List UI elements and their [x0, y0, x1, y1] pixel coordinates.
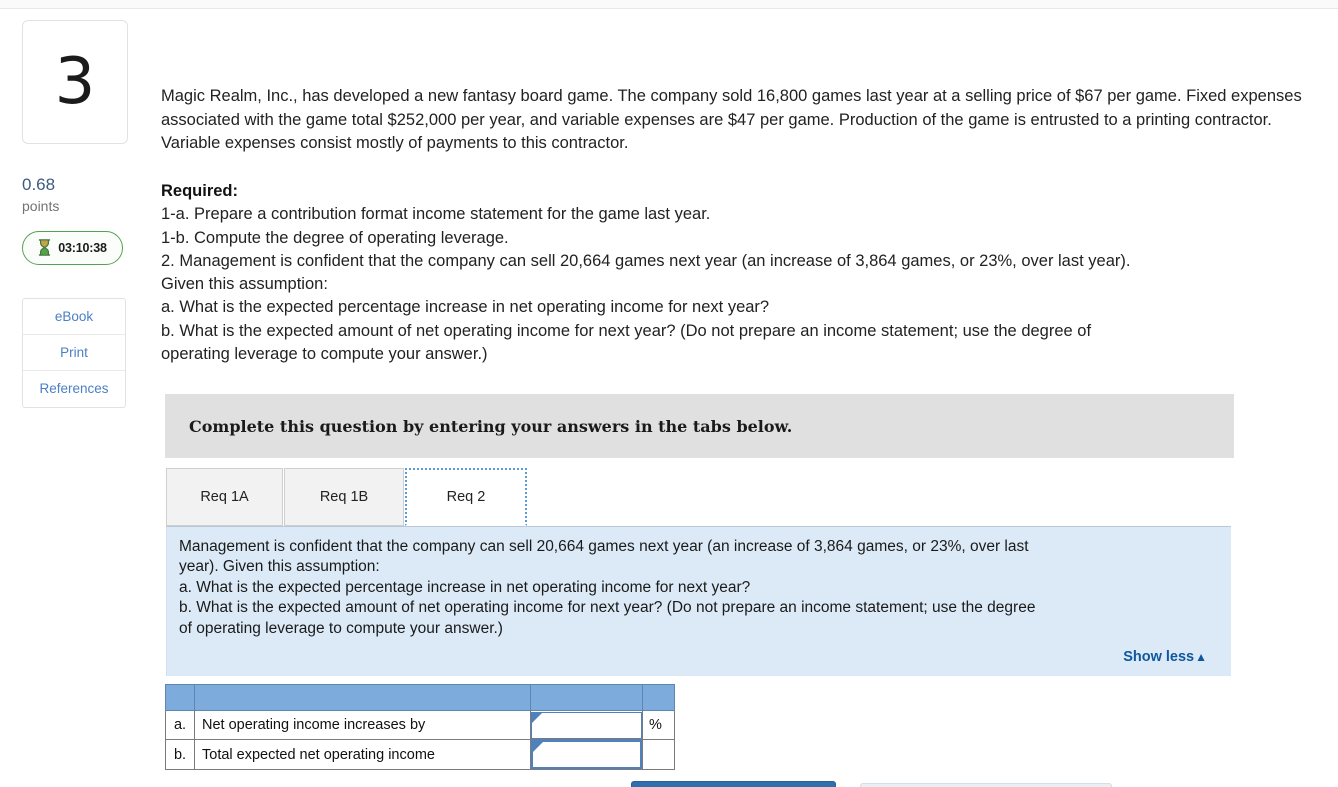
- exam-question-page: 3 0.68 points 03:10:38 eBook Print Refer…: [0, 0, 1338, 787]
- question-tools: eBook Print References: [22, 297, 126, 408]
- row-b-unit: [642, 739, 675, 770]
- row-a-input[interactable]: [531, 711, 642, 739]
- header-cell-unit: [642, 684, 675, 711]
- required-line-1b: 1-b. Compute the degree of operating lev…: [161, 228, 509, 247]
- row-a-label: Net operating income increases by: [194, 710, 531, 740]
- info-line-1: Management is confident that the company…: [179, 538, 1029, 555]
- required-line-1a: 1-a. Prepare a contribution format incom…: [161, 205, 711, 224]
- required-line-2: 2. Management is confident that the comp…: [161, 251, 1131, 270]
- cell-marker-icon: [532, 712, 542, 723]
- cell-marker-icon: [533, 742, 543, 752]
- question-number-card: 3: [22, 20, 128, 144]
- header-cell-value: [530, 684, 643, 711]
- next-button[interactable]: [860, 783, 1112, 787]
- requirement-info-panel: Management is confident that the company…: [166, 527, 1231, 676]
- required-line-assumption: Given this assumption:: [161, 275, 328, 294]
- points-label: points: [22, 197, 60, 214]
- required-line-b-cont: operating leverage to compute your answe…: [161, 345, 488, 364]
- tab-req-2[interactable]: Req 2: [405, 468, 527, 526]
- row-b-index: b.: [165, 739, 195, 770]
- references-button[interactable]: References: [23, 371, 125, 407]
- row-a-value-cell[interactable]: [530, 710, 643, 740]
- header-cell-label: [194, 684, 531, 711]
- points-value: 0.68: [22, 175, 56, 194]
- info-line-5: of operating leverage to compute your an…: [179, 619, 503, 637]
- required-line-b: b. What is the expected amount of net op…: [161, 321, 1092, 340]
- show-less-toggle[interactable]: Show less ▲: [1123, 649, 1207, 665]
- info-line-4: b. What is the expected amount of net op…: [179, 599, 1036, 617]
- answer-table: a. Net operating income increases by % b…: [165, 684, 675, 770]
- table-row: a. Net operating income increases by %: [165, 710, 675, 740]
- question-number: 3: [54, 45, 96, 119]
- prompt-line-1: Magic Realm, Inc., has developed a new f…: [161, 87, 1132, 105]
- required-heading: Required:: [161, 182, 239, 200]
- row-b-input[interactable]: [531, 740, 642, 769]
- print-button[interactable]: Print: [23, 335, 125, 371]
- row-b-label: Total expected net operating income: [194, 739, 531, 770]
- hourglass-icon: [38, 239, 51, 256]
- timer-pill[interactable]: 03:10:38: [22, 230, 123, 265]
- ebook-button[interactable]: eBook: [23, 299, 125, 335]
- required-line-a: a. What is the expected percentage incre…: [161, 298, 770, 317]
- timer-value: 03:10:38: [58, 240, 107, 255]
- answer-table-header-row: [165, 684, 675, 711]
- info-line-3: a. What is the expected percentage incre…: [179, 578, 751, 596]
- question-sidebar: 3 0.68 points 03:10:38 eBook Print Refer…: [22, 20, 128, 408]
- previous-button[interactable]: [631, 781, 836, 787]
- row-b-value-cell[interactable]: [530, 739, 643, 770]
- row-a-index: a.: [165, 710, 195, 740]
- tab-req-2-label: Req 2: [446, 489, 486, 505]
- requirement-info-text: Management is confident that the company…: [179, 537, 1219, 639]
- tab-req-1a[interactable]: Req 1A: [166, 468, 283, 526]
- info-line-2: year). Given this assumption:: [179, 558, 380, 576]
- show-less-label: Show less: [1123, 649, 1195, 665]
- row-a-unit: %: [642, 710, 675, 740]
- required-section: Required: 1-a. Prepare a contribution fo…: [161, 180, 1329, 366]
- header-cell-index: [165, 684, 195, 711]
- tab-req-1a-label: Req 1A: [200, 489, 249, 505]
- tab-req-1b-label: Req 1B: [319, 489, 369, 505]
- requirement-tabs: Req 1A Req 1B Req 2: [166, 468, 1231, 528]
- question-prompt: Magic Realm, Inc., has developed a new f…: [161, 85, 1329, 156]
- instruction-bar: Complete this question by entering your …: [165, 394, 1234, 458]
- instruction-text: Complete this question by entering your …: [189, 416, 793, 436]
- chevron-up-icon: ▲: [1195, 650, 1207, 664]
- table-row: b. Total expected net operating income: [165, 739, 675, 770]
- tab-req-1b[interactable]: Req 1B: [284, 468, 404, 526]
- page-top-strip: [0, 0, 1338, 9]
